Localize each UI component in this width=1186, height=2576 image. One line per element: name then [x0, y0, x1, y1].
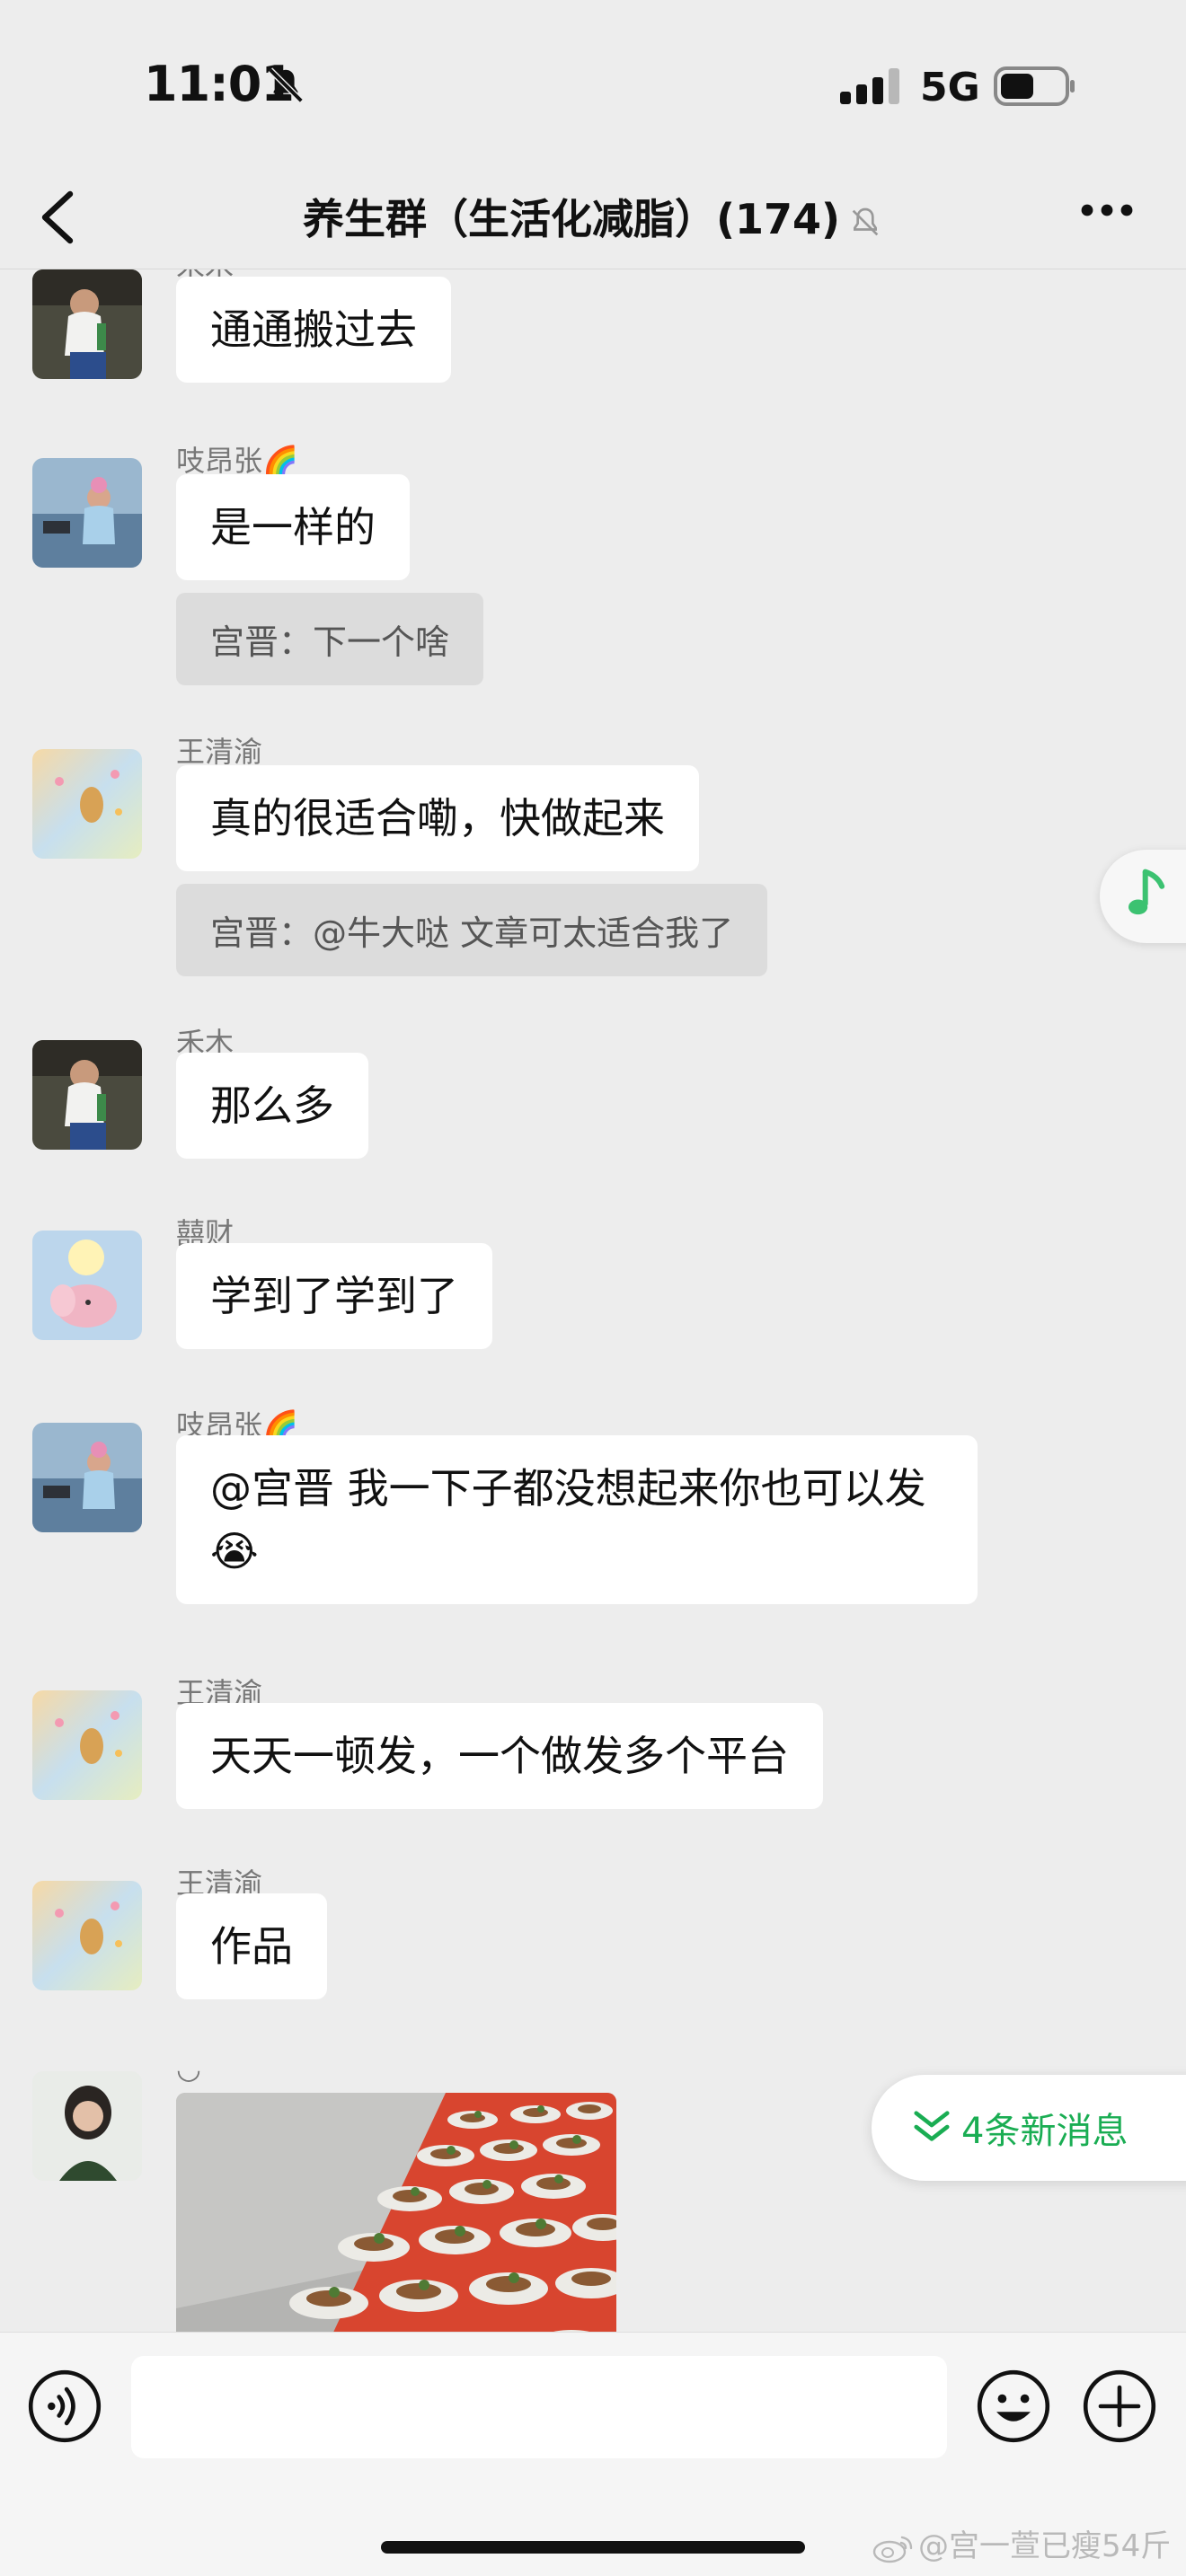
- music-note-icon: [1128, 869, 1165, 915]
- message-bubble[interactable]: 真的很适合嘞，快做起来: [176, 765, 699, 871]
- muted-bell-icon: [852, 207, 879, 235]
- avatar[interactable]: [32, 269, 142, 379]
- avatar[interactable]: [32, 1690, 142, 1800]
- message-bubble[interactable]: @宫晋 我一下子都没想起来你也可以发😭: [176, 1435, 978, 1604]
- weibo-logo-icon: [872, 2536, 913, 2563]
- quoted-reply[interactable]: 宫晋：下一个啥: [176, 593, 484, 685]
- chat-title: 养生群（生活化减脂）(174): [302, 195, 841, 243]
- chat-header: 养生群（生活化减脂）(174): [0, 171, 1186, 269]
- message-bubble[interactable]: 是一样的: [176, 474, 410, 580]
- network-type: 5G: [920, 65, 980, 110]
- cellular-signal-icon: [840, 68, 899, 104]
- bell-slash-icon: [268, 67, 304, 103]
- message-bubble[interactable]: 通通搬过去: [176, 277, 451, 383]
- message-bubble[interactable]: 学到了学到了: [176, 1243, 492, 1349]
- message-bubble[interactable]: 那么多: [176, 1053, 368, 1159]
- message-bubble[interactable]: 作品: [176, 1893, 327, 1999]
- floating-music-button[interactable]: [1100, 850, 1186, 943]
- new-messages-button[interactable]: 4条新消息: [872, 2075, 1186, 2181]
- watermark: @宫一萱已瘦54斤: [872, 2521, 1171, 2565]
- status-bar: 11:01 5G: [0, 0, 1186, 171]
- sender-name: ◡: [176, 2051, 201, 2086]
- double-chevron-down-icon: [914, 2111, 950, 2141]
- emoji-icon[interactable]: [976, 2369, 1051, 2444]
- avatar[interactable]: [32, 1040, 142, 1150]
- battery-icon: [994, 66, 1075, 106]
- quoted-reply[interactable]: 宫晋：@牛大哒 文章可太适合我了: [176, 884, 768, 976]
- avatar[interactable]: [32, 1881, 142, 1990]
- avatar[interactable]: [32, 1231, 142, 1340]
- avatar[interactable]: [32, 749, 142, 859]
- message-input[interactable]: [131, 2356, 947, 2458]
- input-bar: @宫一萱已瘦54斤: [0, 2332, 1186, 2576]
- more-dots-icon[interactable]: [1080, 201, 1134, 219]
- message-bubble[interactable]: 天天一顿发，一个做发多个平台: [176, 1703, 823, 1809]
- avatar[interactable]: [32, 1423, 142, 1532]
- avatar[interactable]: [32, 458, 142, 568]
- new-messages-label: 4条新消息: [961, 2111, 1128, 2152]
- avatar[interactable]: [32, 2071, 142, 2181]
- food-platters-photo[interactable]: [176, 2093, 616, 2332]
- plus-icon[interactable]: [1082, 2369, 1157, 2444]
- home-indicator: [381, 2541, 805, 2554]
- chat-title-row[interactable]: 养生群（生活化减脂）(174): [0, 187, 1186, 246]
- message-list[interactable]: 禾木 通通搬过去 吱昂张🌈 是一样的 宫晋：下一个啥 王清渝 真的很适合嘞，快做…: [0, 269, 1186, 2332]
- voice-icon[interactable]: [27, 2369, 102, 2444]
- watermark-text: @宫一萱已瘦54斤: [918, 2528, 1172, 2564]
